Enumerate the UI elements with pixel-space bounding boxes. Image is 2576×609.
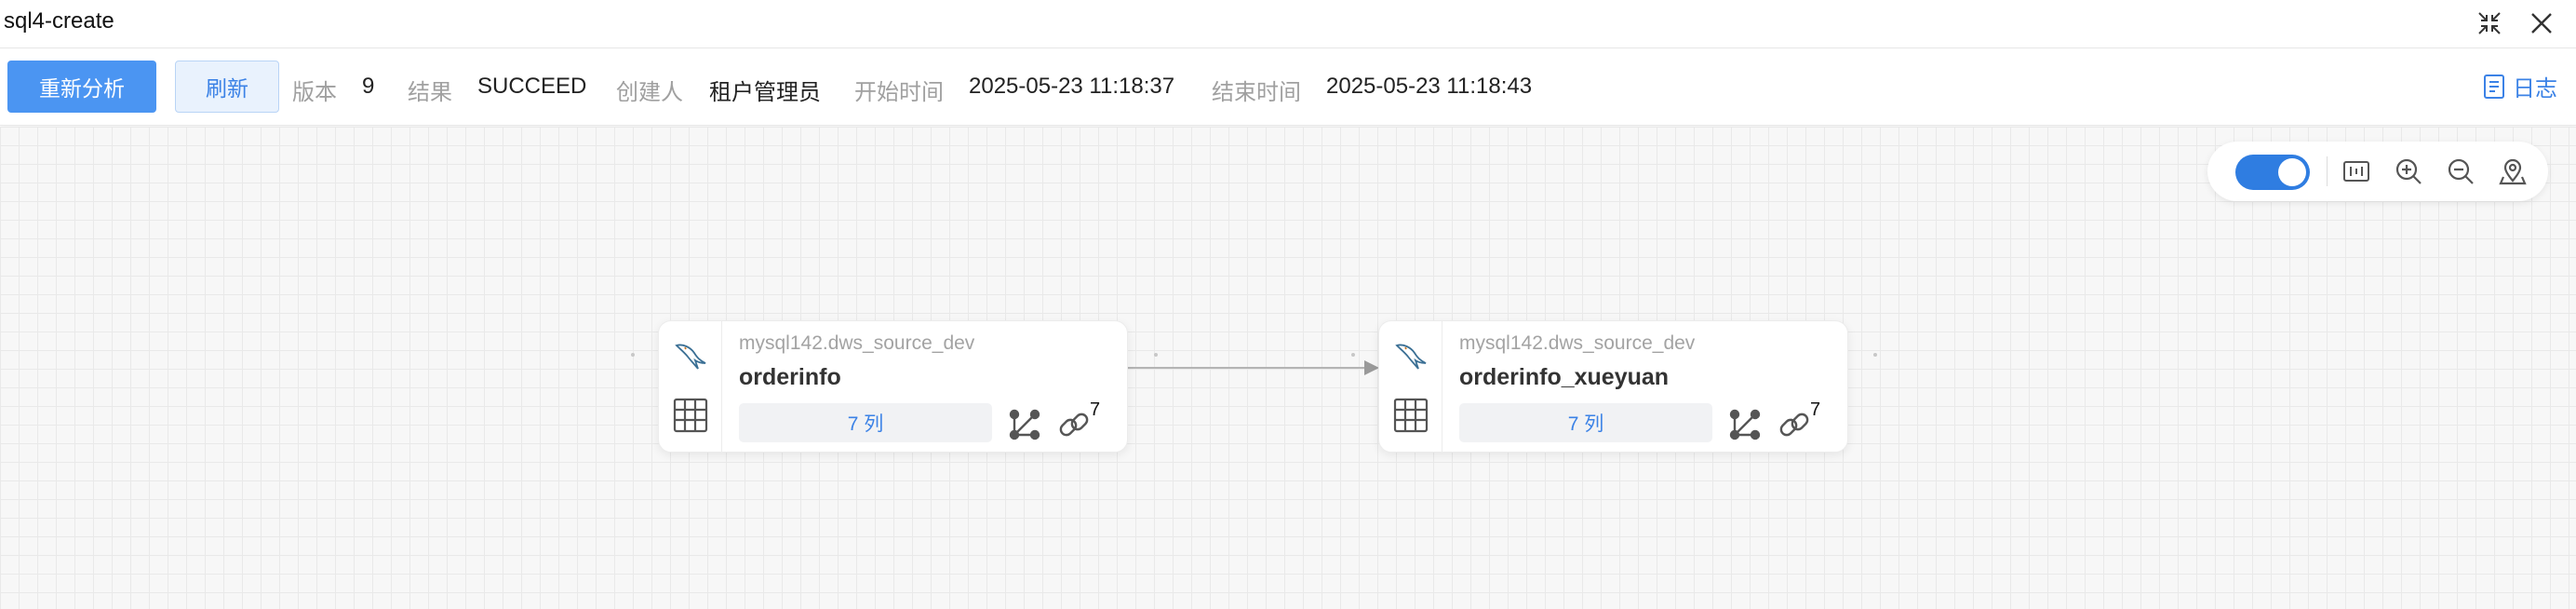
- log-label: 日志: [2513, 76, 2557, 102]
- table-node[interactable]: mysql142.dws_source_dev orderinfo_xueyua…: [1378, 320, 1848, 453]
- table-icon: [1393, 398, 1429, 433]
- collapse-icon[interactable]: [2474, 7, 2505, 39]
- columns-button[interactable]: 7 列: [739, 403, 992, 442]
- node-table-name: orderinfo: [739, 364, 841, 390]
- log-link[interactable]: 日志: [2483, 70, 2557, 102]
- port-dot: [1351, 353, 1355, 357]
- window-actions: [2474, 7, 2557, 39]
- columns-button[interactable]: 7 列: [1459, 403, 1712, 442]
- reanalyze-button[interactable]: 重新分析: [7, 61, 156, 113]
- end-time-value: 2025-05-23 11:18:43: [1326, 74, 1533, 99]
- version-label: 版本: [292, 80, 337, 105]
- result-label: 结果: [408, 80, 452, 105]
- lineage-branch-icon[interactable]: [1009, 409, 1040, 440]
- document-icon: [2484, 74, 2504, 99]
- window-title: sql4-create: [4, 8, 114, 34]
- window-titlebar: sql4-create: [0, 0, 2576, 48]
- link-icon[interactable]: [1057, 409, 1091, 440]
- node-icon-column: [659, 321, 722, 452]
- node-icon-column: [1379, 321, 1442, 452]
- creator-value: 租户管理员: [709, 80, 821, 105]
- port-dot: [1154, 353, 1158, 357]
- node-source: mysql142.dws_source_dev: [739, 332, 975, 354]
- table-icon: [673, 398, 708, 433]
- refresh-button[interactable]: 刷新: [175, 61, 279, 113]
- node-table-name: orderinfo_xueyuan: [1459, 364, 1670, 390]
- start-time-label: 开始时间: [854, 80, 944, 105]
- port-dot: [631, 353, 635, 357]
- link-count: 7: [1090, 399, 1101, 420]
- lineage-canvas[interactable]: mysql142.dws_source_dev orderinfo 7 列 7: [0, 127, 2576, 609]
- close-icon[interactable]: [2526, 7, 2557, 39]
- version-value: 9: [362, 74, 375, 99]
- lineage-branch-icon[interactable]: [1729, 409, 1761, 440]
- port-dot: [1873, 353, 1877, 357]
- start-time-value: 2025-05-23 11:18:37: [969, 74, 1175, 99]
- link-icon[interactable]: [1778, 409, 1811, 440]
- link-count: 7: [1810, 399, 1821, 420]
- toolbar: 重新分析 刷新 版本 9 结果 SUCCEED 创建人 租户管理员 开始时间 2…: [0, 49, 2576, 126]
- creator-label: 创建人: [616, 80, 683, 105]
- node-source: mysql142.dws_source_dev: [1459, 332, 1696, 354]
- end-time-label: 结束时间: [1212, 80, 1301, 105]
- result-value: SUCCEED: [477, 74, 587, 99]
- lineage-edge: [1128, 360, 1379, 375]
- mysql-icon: [1395, 344, 1427, 370]
- table-node[interactable]: mysql142.dws_source_dev orderinfo 7 列 7: [658, 320, 1128, 453]
- mysql-icon: [675, 344, 706, 370]
